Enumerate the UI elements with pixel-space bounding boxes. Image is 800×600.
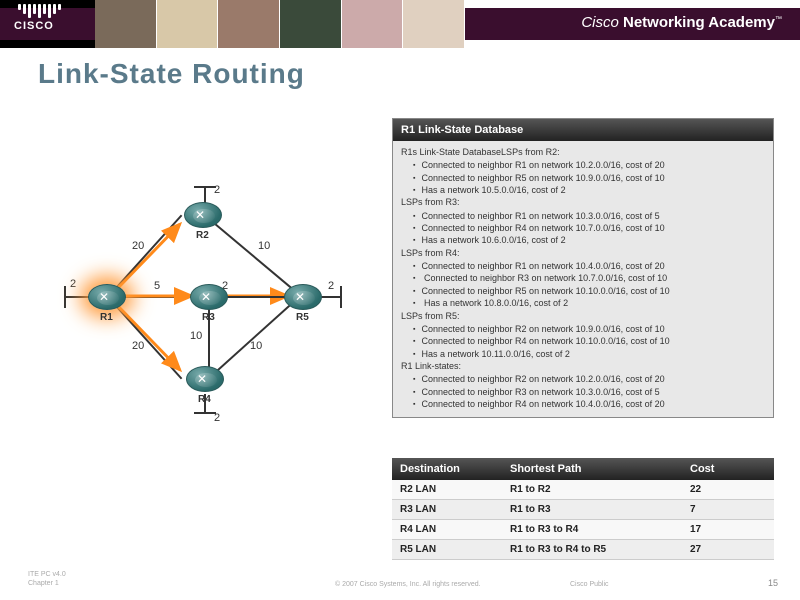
- shortest-path-table: Destination Shortest Path Cost R2 LANR1 …: [392, 458, 774, 560]
- stub-r4: 2: [214, 412, 220, 424]
- cell-dest: R4 LAN: [392, 520, 502, 540]
- lsp-list: Connected to neighbor R2 on network 10.9…: [401, 323, 769, 360]
- lsdb-panel: R1 Link-State Database R1s Link-State Da…: [392, 118, 774, 418]
- cisco-logo: CISCO: [14, 4, 64, 44]
- slide-number: 15: [768, 578, 778, 588]
- stub-r1: 2: [70, 278, 76, 290]
- router-label-r5: R5: [296, 312, 309, 323]
- lsp-item: Connected to neighbor R5 on network 10.9…: [413, 172, 769, 184]
- cell-cost: 7: [682, 500, 774, 520]
- cost-r1-r2: 20: [132, 240, 144, 252]
- panel-intro: R1s Link-State DatabaseLSPs from R2:: [401, 146, 769, 158]
- header-photos: [95, 0, 465, 48]
- cost-r1-r4: 20: [132, 340, 144, 352]
- cell-path: R1 to R3 to R4: [502, 520, 682, 540]
- lsp-list: Connected to neighbor R1 on network 10.4…: [401, 260, 769, 310]
- lsp-item: Connected to neighbor R1 on network 10.4…: [413, 260, 769, 272]
- panel-body: R1s Link-State DatabaseLSPs from R2: Con…: [393, 141, 773, 417]
- cost-r1-r3: 5: [154, 280, 160, 292]
- router-label-r2: R2: [196, 230, 209, 241]
- router-r4: [186, 366, 224, 392]
- stub-r5: 2: [328, 280, 334, 292]
- footer-copyright: © 2007 Cisco Systems, Inc. All rights re…: [335, 581, 481, 588]
- lsp-item: Connected to neighbor R2 on network 10.9…: [413, 323, 769, 335]
- lsp-group-head: R1 Link-states:: [401, 360, 769, 372]
- lsp-group-head: LSPs from R5:: [401, 310, 769, 322]
- cell-dest: R2 LAN: [392, 480, 502, 500]
- stub-r2: 2: [214, 184, 220, 196]
- cost-r3-r4: 10: [190, 330, 202, 342]
- lsp-item: Has a network 10.11.0.0/16, cost of 2: [413, 348, 769, 360]
- router-r1: [88, 284, 126, 310]
- router-label-r4: R4: [198, 394, 211, 405]
- cell-dest: R5 LAN: [392, 540, 502, 560]
- cost-r4-r5: 10: [250, 340, 262, 352]
- cost-r2-r5: 10: [258, 240, 270, 252]
- lsp-item: Has a network 10.5.0.0/16, cost of 2: [413, 184, 769, 196]
- cell-cost: 22: [682, 480, 774, 500]
- cell-path: R1 to R2: [502, 480, 682, 500]
- router-label-r3: R3: [202, 312, 215, 323]
- router-label-r1: R1: [100, 312, 113, 323]
- lsp-item: Connected to neighbor R3 on network 10.3…: [413, 386, 769, 398]
- lsp-item: Has a network 10.6.0.0/16, cost of 2: [413, 234, 769, 246]
- lsp-item: Connected to neighbor R3 on network 10.7…: [413, 272, 769, 284]
- cell-cost: 17: [682, 520, 774, 540]
- panel-title: R1 Link-State Database: [393, 119, 773, 141]
- lsp-list: Connected to neighbor R2 on network 10.2…: [401, 373, 769, 410]
- cell-cost: 27: [682, 540, 774, 560]
- topology-diagram: 20 5 20 10 10 10 2 2 2 2 2 R1 R2 R3 R4 R…: [72, 180, 357, 440]
- footer-public: Cisco Public: [570, 581, 609, 588]
- th-dest: Destination: [392, 458, 502, 480]
- lsp-item: Connected to neighbor R4 on network 10.1…: [413, 335, 769, 347]
- lsp-item: Connected to neighbor R2 on network 10.2…: [413, 373, 769, 385]
- table-row: R5 LANR1 to R3 to R4 to R527: [392, 540, 774, 560]
- th-path: Shortest Path: [502, 458, 682, 480]
- lsp-group-head: LSPs from R3:: [401, 196, 769, 208]
- header-band: CISCO Cisco Networking Academy™: [0, 0, 800, 48]
- table-row: R3 LANR1 to R37: [392, 500, 774, 520]
- lsp-item: Connected to neighbor R4 on network 10.4…: [413, 398, 769, 410]
- lsp-item: Has a network 10.8.0.0/16, cost of 2: [413, 297, 769, 309]
- cell-dest: R3 LAN: [392, 500, 502, 520]
- lsp-item: Connected to neighbor R1 on network 10.3…: [413, 210, 769, 222]
- logo-text: CISCO: [14, 20, 64, 32]
- lsp-item: Connected to neighbor R4 on network 10.7…: [413, 222, 769, 234]
- router-r3: [190, 284, 228, 310]
- lsp-list: Connected to neighbor R1 on network 10.3…: [401, 210, 769, 247]
- footer-left: ITE PC v4.0Chapter 1: [28, 571, 66, 588]
- router-r5: [284, 284, 322, 310]
- cell-path: R1 to R3 to R4 to R5: [502, 540, 682, 560]
- router-r2: [184, 202, 222, 228]
- lsp-item: Connected to neighbor R1 on network 10.2…: [413, 159, 769, 171]
- table-row: R4 LANR1 to R3 to R417: [392, 520, 774, 540]
- lsp-list: Connected to neighbor R1 on network 10.2…: [401, 159, 769, 196]
- lsp-group-head: LSPs from R4:: [401, 247, 769, 259]
- lsp-item: Connected to neighbor R5 on network 10.1…: [413, 285, 769, 297]
- academy-label: Cisco Networking Academy™: [581, 14, 782, 31]
- th-cost: Cost: [682, 458, 774, 480]
- cell-path: R1 to R3: [502, 500, 682, 520]
- page-title: Link-State Routing: [38, 58, 305, 90]
- table-row: R2 LANR1 to R222: [392, 480, 774, 500]
